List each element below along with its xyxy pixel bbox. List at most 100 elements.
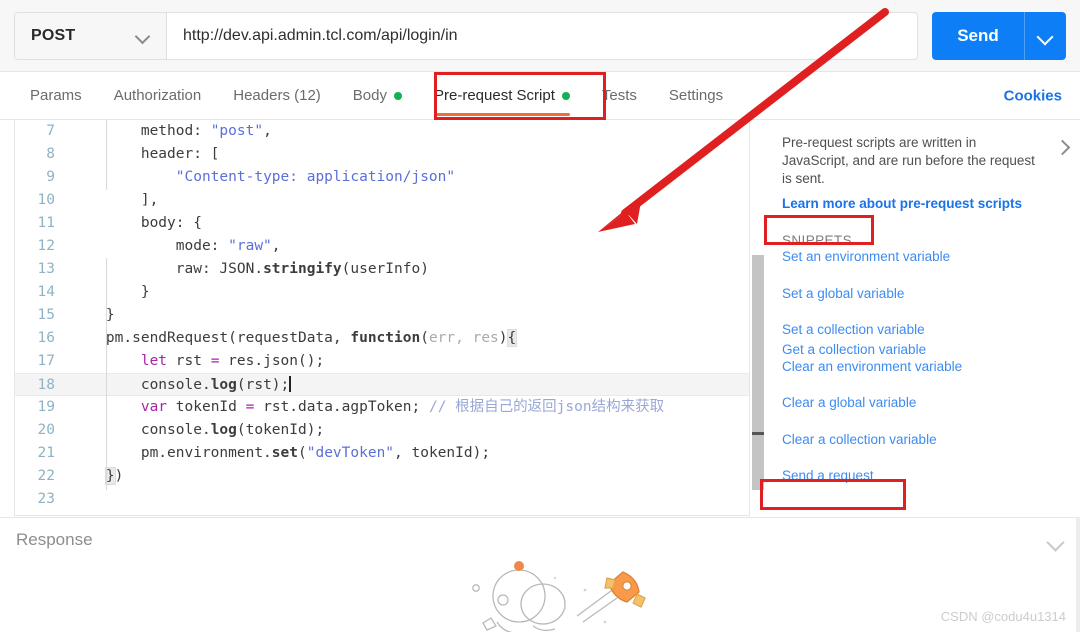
line-number: 7 xyxy=(46,123,55,139)
response-divider xyxy=(0,517,1080,518)
code-token: "devToken" xyxy=(306,445,395,461)
line-number: 10 xyxy=(37,192,55,208)
tab-settings[interactable]: Settings xyxy=(653,72,739,120)
snippet-item-clear-a-global-variable[interactable]: Clear a global variable xyxy=(782,396,1064,410)
code-line[interactable]: 19 var tokenId = rst.data.agpToken; // 根… xyxy=(15,396,749,419)
code-token: ( xyxy=(420,330,429,346)
code-token: pm.sendRequest(requestData, xyxy=(71,330,351,346)
tab-label: Body xyxy=(352,87,387,104)
code-line[interactable]: 18 console.log(rst); xyxy=(15,373,749,396)
snippet-item-set-a-global-variable[interactable]: Set a global variable xyxy=(782,286,1064,301)
code-token: header: [ xyxy=(71,146,220,162)
code-line[interactable]: 20 console.log(tokenId); xyxy=(15,419,749,442)
code-token: "Content-type: application/json" xyxy=(175,169,456,185)
line-number: 23 xyxy=(37,491,55,507)
code-token: , xyxy=(263,123,272,139)
tab-label: Authorization xyxy=(113,87,202,104)
tab-label: Headers (12) xyxy=(233,87,321,104)
code-line[interactable]: 8 header: [ xyxy=(15,143,749,166)
code-token: pm.environment. xyxy=(71,445,272,461)
code-text: pm.environment.set("devToken", tokenId); xyxy=(67,442,490,465)
editor-scrollbar-marker xyxy=(752,432,764,435)
code-token: "post" xyxy=(210,123,264,139)
cookies-link[interactable]: Cookies xyxy=(1004,87,1062,104)
response-title: Response xyxy=(16,530,93,549)
code-line[interactable]: 11 body: { xyxy=(15,212,749,235)
code-line[interactable]: 9 "Content-type: application/json" xyxy=(15,166,749,189)
line-number: 11 xyxy=(37,215,55,231)
line-number: 8 xyxy=(46,146,55,162)
tab-body[interactable]: Body xyxy=(337,72,418,120)
response-scrollbar[interactable] xyxy=(1076,517,1080,632)
tab-params[interactable]: Params xyxy=(14,72,98,120)
chevron-right-icon[interactable] xyxy=(1054,139,1071,156)
code-token: ], xyxy=(71,192,159,208)
code-token: log xyxy=(210,377,237,393)
snippet-item-get-a-collection-variable[interactable]: Get a collection variable xyxy=(782,342,926,357)
chevron-down-icon xyxy=(136,31,150,40)
snippets-panel: Pre-request scripts are written in JavaS… xyxy=(766,120,1080,516)
code-text: } xyxy=(67,304,115,327)
code-line[interactable]: 21 pm.environment.set("devToken", tokenI… xyxy=(15,442,749,465)
send-button[interactable]: Send xyxy=(932,12,1024,60)
code-line[interactable]: 17 let rst = res.json(); xyxy=(15,350,749,373)
code-text: "Content-type: application/json" xyxy=(67,166,455,189)
code-line[interactable]: 23 xyxy=(15,488,749,511)
tab-pre-request-script[interactable]: Pre-request Script xyxy=(418,72,586,120)
editor-scrollbar-thumb[interactable] xyxy=(752,255,764,490)
watermark: CSDN @codu4u1314 xyxy=(940,609,1066,624)
code-token: mode: xyxy=(71,238,229,254)
snippet-item-clear-a-collection-variable[interactable]: Clear a collection variable xyxy=(782,432,1064,447)
chevron-down-icon xyxy=(1038,31,1053,41)
code-line[interactable]: 15 } xyxy=(15,304,749,327)
line-number: 16 xyxy=(37,330,55,346)
code-token: ( xyxy=(298,445,307,461)
snippet-item-set-a-collection-variable[interactable]: Set a collection variable xyxy=(782,323,1064,337)
code-token: , xyxy=(271,238,281,254)
snippet-item-clear-an-environment-variable[interactable]: Clear an environment variable xyxy=(782,359,1064,374)
code-token: } xyxy=(104,467,116,485)
pre-request-script-editor[interactable]: 7 method: "post", 8 header: [9 "Content-t… xyxy=(14,120,750,516)
tab-authorization[interactable]: Authorization xyxy=(98,72,218,120)
line-number: 17 xyxy=(37,353,55,369)
tab-label: Settings xyxy=(668,87,724,104)
snippet-item-send-a-request[interactable]: Send a request xyxy=(782,469,1064,483)
chevron-down-icon[interactable] xyxy=(1046,533,1065,552)
code-line[interactable]: 14 } xyxy=(15,281,749,304)
status-dot-icon xyxy=(394,91,402,100)
code-text: } xyxy=(67,281,150,304)
code-line[interactable]: 13 raw: JSON.stringify(userInfo) xyxy=(15,258,749,281)
line-number: 15 xyxy=(37,307,55,323)
code-line[interactable]: 10 ], xyxy=(15,189,749,212)
tab-label: Params xyxy=(30,87,82,104)
text-cursor xyxy=(289,376,291,392)
request-url-input[interactable] xyxy=(167,12,917,59)
code-token: body: { xyxy=(71,215,202,231)
send-button-group: Send xyxy=(932,11,1066,60)
code-token: stringify xyxy=(263,261,342,277)
tab-tests[interactable]: Tests xyxy=(586,72,653,120)
code-token: raw: JSON. xyxy=(71,261,264,277)
indent-guide xyxy=(106,120,107,190)
line-number: 22 xyxy=(37,468,55,484)
http-method-value: POST xyxy=(31,26,76,44)
code-text: ], xyxy=(67,189,158,212)
code-line[interactable]: 7 method: "post", xyxy=(15,120,749,143)
astronaut-rocket-illustration xyxy=(472,561,646,632)
code-line[interactable]: 16 pm.sendRequest(requestData, function(… xyxy=(15,327,749,350)
code-token: (userInfo) xyxy=(341,261,429,277)
request-tabs: Params Authorization Headers (12) Body P… xyxy=(0,72,1080,120)
code-token: log xyxy=(210,422,237,438)
status-dot-icon xyxy=(561,91,570,100)
learn-more-link[interactable]: Learn more about pre-request scripts xyxy=(782,196,1064,211)
tab-headers[interactable]: Headers (12) xyxy=(217,72,337,120)
line-number: 19 xyxy=(37,399,55,415)
http-method-dropdown[interactable]: POST xyxy=(15,12,167,59)
code-line[interactable]: 22 }) xyxy=(15,465,749,488)
line-number: 20 xyxy=(37,422,55,438)
code-token: ) xyxy=(114,468,124,484)
code-token: console. xyxy=(71,377,211,393)
snippet-item-set-an-environment-variable[interactable]: Set an environment variable xyxy=(782,250,1064,264)
send-options-button[interactable] xyxy=(1024,11,1066,60)
code-line[interactable]: 12 mode: "raw", xyxy=(15,235,749,258)
